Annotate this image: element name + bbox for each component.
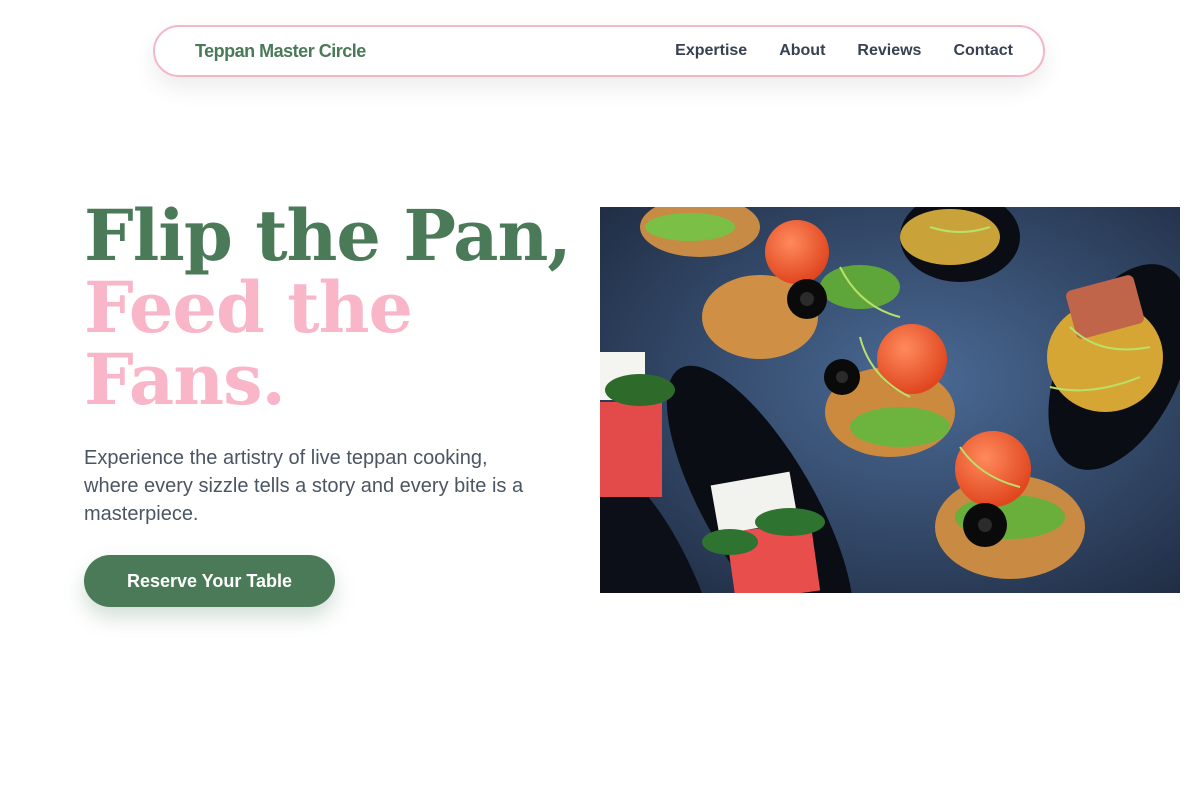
top-nav: Teppan Master Circle Expertise About Rev… — [153, 25, 1045, 77]
nav-link-reviews[interactable]: Reviews — [857, 42, 921, 60]
hero-title-line-2: Feed the — [84, 266, 413, 349]
hero-title-line-3: Fans. — [84, 338, 286, 421]
nav-link-contact[interactable]: Contact — [953, 42, 1013, 60]
reserve-table-button[interactable]: Reserve Your Table — [84, 555, 335, 607]
nav-link-expertise[interactable]: Expertise — [675, 42, 747, 60]
hero-title-line-1: Flip the Pan, — [84, 194, 572, 277]
nav-links: Expertise About Reviews Contact — [675, 42, 1013, 60]
brand-logo[interactable]: Teppan Master Circle — [195, 41, 366, 62]
hero-description: Experience the artistry of live teppan c… — [84, 447, 524, 525]
food-appetizers-illustration — [600, 207, 1180, 593]
hero-food-image — [600, 207, 1180, 593]
hero-title: Flip the Pan, Feed the Fans. — [84, 194, 572, 421]
nav-link-about[interactable]: About — [779, 42, 825, 60]
